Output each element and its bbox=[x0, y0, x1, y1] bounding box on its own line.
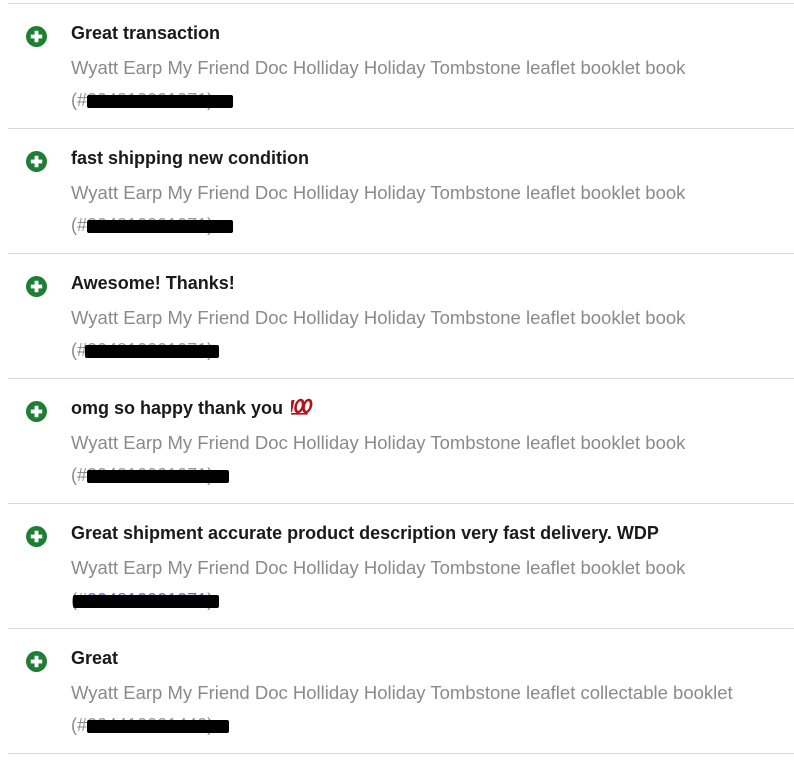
redaction-bar bbox=[87, 220, 233, 233]
feedback-item: Awesome! Thanks! Wyatt Earp My Friend Do… bbox=[8, 254, 794, 379]
feedback-item: Great Wyatt Earp My Friend Doc Holliday … bbox=[8, 629, 794, 754]
feedback-comment: Great bbox=[71, 648, 119, 668]
positive-plus-icon bbox=[26, 526, 47, 547]
item-title-link[interactable]: Wyatt Earp My Friend Doc Holliday Holida… bbox=[71, 557, 685, 579]
positive-plus-icon bbox=[26, 276, 47, 297]
feedback-comment: Great transaction bbox=[71, 23, 221, 43]
item-title-link[interactable]: Wyatt Earp My Friend Doc Holliday Holida… bbox=[71, 432, 685, 454]
redaction-bar bbox=[73, 595, 219, 608]
item-id-open: (# bbox=[71, 465, 88, 485]
item-number[interactable]: (#304410001440) bbox=[71, 715, 229, 737]
feedback-list: Great transaction Wyatt Earp My Friend D… bbox=[8, 0, 794, 754]
item-number[interactable]: (#304810001071) bbox=[71, 90, 233, 112]
positive-plus-icon bbox=[26, 26, 47, 47]
redaction-bar bbox=[87, 720, 229, 733]
positive-plus-icon bbox=[26, 651, 47, 672]
feedback-item: Great transaction Wyatt Earp My Friend D… bbox=[8, 4, 794, 129]
feedback-comment: Awesome! Thanks! bbox=[71, 273, 235, 293]
item-title-link[interactable]: Wyatt Earp My Friend Doc Holliday Holida… bbox=[71, 682, 733, 704]
feedback-comment: omg so happy thank you bbox=[71, 398, 313, 419]
positive-plus-icon bbox=[26, 151, 47, 172]
item-number[interactable]: (#304810001071) bbox=[71, 340, 219, 362]
item-id-open: (# bbox=[71, 715, 88, 735]
item-number[interactable]: (#304810001071) bbox=[71, 590, 219, 612]
item-id-open: (# bbox=[71, 90, 88, 110]
feedback-comment: fast shipping new condition bbox=[71, 148, 309, 168]
item-title-link[interactable]: Wyatt Earp My Friend Doc Holliday Holida… bbox=[71, 182, 685, 204]
item-id-open: (# bbox=[71, 215, 88, 235]
feedback-item: fast shipping new condition Wyatt Earp M… bbox=[8, 129, 794, 254]
feedback-item: Great shipment accurate product descript… bbox=[8, 504, 794, 629]
item-title-link[interactable]: Wyatt Earp My Friend Doc Holliday Holida… bbox=[71, 307, 685, 329]
item-title-link[interactable]: Wyatt Earp My Friend Doc Holliday Holida… bbox=[71, 57, 685, 79]
item-number[interactable]: (#304810001071) bbox=[71, 465, 229, 487]
positive-plus-icon bbox=[26, 401, 47, 422]
redaction-bar bbox=[85, 345, 219, 358]
feedback-comment: Great shipment accurate product descript… bbox=[71, 523, 659, 543]
item-number[interactable]: (#304810001071) bbox=[71, 215, 233, 237]
redaction-bar bbox=[87, 95, 233, 108]
feedback-item: omg so happy thank you Wyatt Earp My Fri… bbox=[8, 379, 794, 504]
hundred-points-icon bbox=[291, 398, 313, 415]
redaction-bar bbox=[87, 470, 229, 483]
